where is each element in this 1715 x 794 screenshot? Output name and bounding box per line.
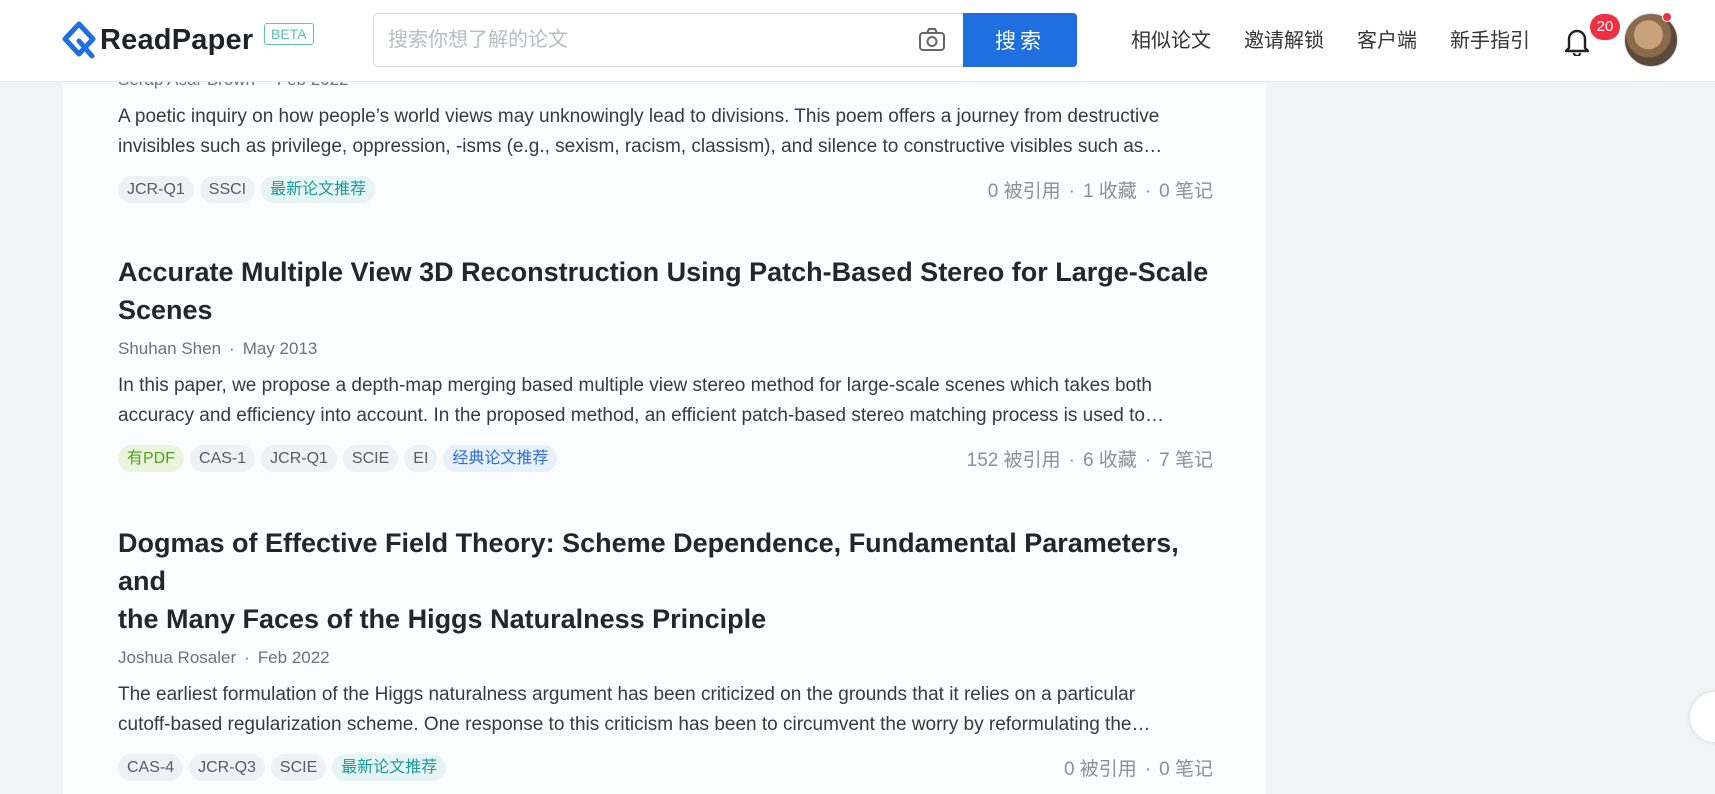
nav-beginner-guide[interactable]: 新手指引 [1450,24,1530,53]
logo-text: ReadPaper [100,23,254,56]
search-button[interactable]: 搜索 [963,13,1077,67]
beta-badge: BETA [264,23,314,45]
tag-ei[interactable]: EI [404,445,438,472]
paper-stats: 0 被引用 · 0 笔记 [1063,759,1213,780]
top-header: ReadPaper BETA 搜索 相似论文 邀请解锁 客户端 新手指引 20 [0,0,1715,82]
paper-meta: Joshua Rosaler · Feb 2022 [118,648,330,667]
paper-stats: 152 被引用 · 6 收藏 · 7 笔记 [966,450,1213,471]
tag-jcr-q1[interactable]: JCR-Q1 [261,445,337,472]
paper-meta: Shuhan Shen · May 2013 [118,339,318,358]
camera-icon[interactable] [918,27,946,53]
paper-title[interactable]: Dogmas of Effective Field Theory: Scheme… [118,524,1213,638]
tag-jcr-q1[interactable]: JCR-Q1 [118,176,194,203]
favorite-count[interactable]: 6 收藏 [1083,450,1137,471]
favorite-count[interactable]: 1 收藏 [1083,181,1137,202]
search-box [373,13,964,67]
avatar-status-dot [1662,12,1672,22]
bell-icon[interactable] [1563,26,1591,56]
tag-latest-recommend[interactable]: 最新论文推荐 [261,176,376,203]
paper-tags: CAS-4 JCR-Q3 SCIE 最新论文推荐 0 被引用 · 0 笔记 [118,754,1213,782]
paper-authors[interactable]: Joshua Rosaler [118,648,236,667]
paper-item[interactable]: Dogmas of Effective Field Theory: Scheme… [118,524,1213,782]
paper-abstract[interactable]: The earliest formulation of the Higgs na… [118,680,1213,740]
tag-jcr-q3[interactable]: JCR-Q3 [189,754,265,781]
tag-has-pdf[interactable]: 有PDF [118,445,185,472]
nav-similar-papers[interactable]: 相似论文 [1131,24,1211,53]
tag-scie[interactable]: SCIE [342,445,399,472]
nav-client[interactable]: 客户端 [1357,24,1417,53]
note-count[interactable]: 0 笔记 [1159,181,1213,202]
paper-date: May 2013 [242,339,318,358]
tag-latest-recommend[interactable]: 最新论文推荐 [332,754,447,781]
paper-date: Feb 2022 [257,648,330,667]
paper-tags: JCR-Q1 SSCI 最新论文推荐 0 被引用 · 1 收藏 · 0 笔记 [118,176,1213,204]
floating-side-button[interactable] [1690,692,1715,742]
logo[interactable]: ReadPaper [62,20,253,60]
paper-abstract[interactable]: In this paper, we propose a depth-map me… [118,371,1213,431]
citation-count[interactable]: 0 被引用 [988,181,1061,202]
paper-title[interactable]: Accurate Multiple View 3D Reconstruction… [118,253,1213,329]
search-input[interactable] [388,14,888,66]
paper-authors[interactable]: Shuhan Shen [118,339,221,358]
readpaper-logo-icon [62,21,96,59]
tag-scie[interactable]: SCIE [270,754,327,781]
tag-ssci[interactable]: SSCI [199,176,256,203]
notification-badge: 20 [1590,14,1620,40]
nav-invite-unlock[interactable]: 邀请解锁 [1244,24,1324,53]
avatar[interactable] [1624,13,1678,67]
paper-item[interactable]: Accurate Multiple View 3D Reconstruction… [118,253,1213,473]
paper-abstract[interactable]: A poetic inquiry on how people’s world v… [118,102,1213,162]
tag-classic-recommend[interactable]: 经典论文推荐 [443,445,558,472]
paper-list: Serap Asar Brown·Feb 2022 A poetic inqui… [63,70,1266,794]
paper-stats: 0 被引用 · 1 收藏 · 0 笔记 [987,181,1213,202]
paper-item[interactable]: Serap Asar Brown·Feb 2022 A poetic inqui… [118,70,1213,204]
citation-count[interactable]: 152 被引用 [967,450,1061,471]
note-count[interactable]: 0 笔记 [1159,759,1213,780]
citation-count[interactable]: 0 被引用 [1064,759,1137,780]
tag-cas-1[interactable]: CAS-1 [190,445,256,472]
note-count[interactable]: 7 笔记 [1159,450,1213,471]
tag-cas-4[interactable]: CAS-4 [118,754,184,781]
paper-tags: 有PDF CAS-1 JCR-Q1 SCIE EI 经典论文推荐 152 被引用 · 6 收藏… [118,445,1213,473]
